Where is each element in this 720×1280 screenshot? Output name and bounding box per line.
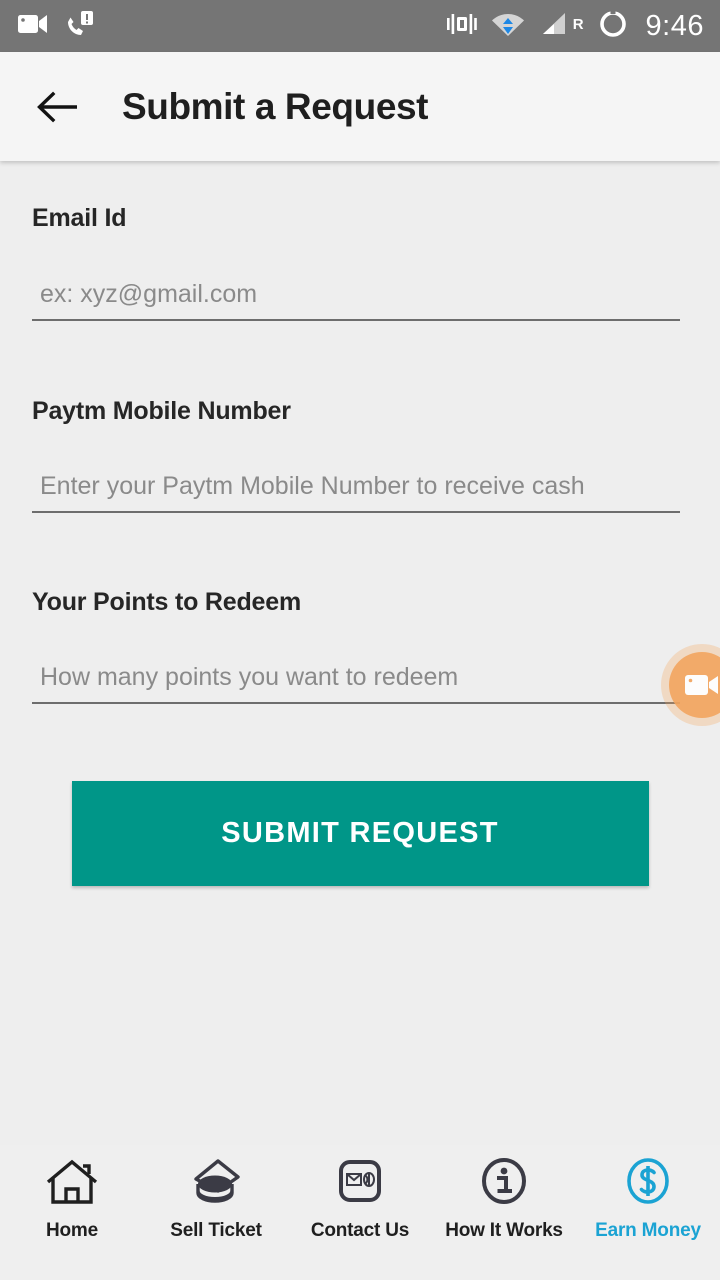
nav-label-home: Home <box>46 1220 98 1241</box>
submit-button-wrapper: SUBMIT REQUEST <box>32 704 688 886</box>
nav-label-contact-us: Contact Us <box>310 1220 410 1241</box>
request-form: Email Id Paytm Mobile Number Your Points… <box>0 161 720 886</box>
video-camera-icon <box>685 675 718 695</box>
field-group-points: Your Points to Redeem <box>32 513 688 704</box>
status-bar: R 9:46 <box>0 0 720 52</box>
points-input[interactable] <box>32 663 680 704</box>
back-arrow-icon <box>37 91 77 122</box>
vibrate-icon <box>446 12 477 41</box>
wifi-icon <box>491 11 525 42</box>
page-title: Submit a Request <box>122 85 429 127</box>
email-input[interactable] <box>32 280 680 321</box>
bottom-navigation-bar: Home Sell Ticket Contact Us How It Works… <box>0 1145 720 1280</box>
mail-phone-icon <box>332 1155 388 1211</box>
field-group-paytm-number: Paytm Mobile Number <box>32 321 688 513</box>
status-bar-left-icons <box>18 10 96 42</box>
nav-item-contact-us[interactable]: Contact Us <box>288 1155 432 1242</box>
status-bar-clock: 9:46 <box>645 9 704 42</box>
nav-item-home[interactable]: Home <box>0 1155 144 1242</box>
nav-item-sell-ticket[interactable]: Sell Ticket <box>144 1155 288 1242</box>
submit-request-button[interactable]: SUBMIT REQUEST <box>71 781 649 886</box>
nav-item-earn-money[interactable]: Earn Money <box>576 1155 720 1242</box>
nav-label-sell-ticket: Sell Ticket <box>170 1220 262 1241</box>
email-label: Email Id <box>32 204 127 232</box>
back-button[interactable] <box>34 83 82 131</box>
ticket-coins-icon <box>188 1155 244 1211</box>
field-group-email: Email Id <box>32 161 688 321</box>
home-icon <box>44 1155 100 1211</box>
paytm-number-label: Paytm Mobile Number <box>32 397 291 425</box>
dollar-coin-icon <box>620 1155 676 1211</box>
paytm-number-input[interactable] <box>32 472 680 513</box>
status-bar-right-icons: R 9:46 <box>446 9 704 44</box>
cellular-signal-icon <box>539 12 567 41</box>
nav-label-earn-money: Earn Money <box>595 1220 701 1241</box>
app-bar: Submit a Request <box>0 52 720 161</box>
battery-circle-icon <box>598 9 628 44</box>
phone-missed-call-icon <box>66 10 96 42</box>
info-circle-icon <box>476 1155 532 1211</box>
roaming-indicator: R <box>572 15 584 33</box>
points-label: Your Points to Redeem <box>32 588 301 616</box>
nav-label-how-it-works: How It Works <box>445 1220 563 1241</box>
nav-item-how-it-works[interactable]: How It Works <box>432 1155 576 1242</box>
video-camera-icon <box>18 13 48 40</box>
